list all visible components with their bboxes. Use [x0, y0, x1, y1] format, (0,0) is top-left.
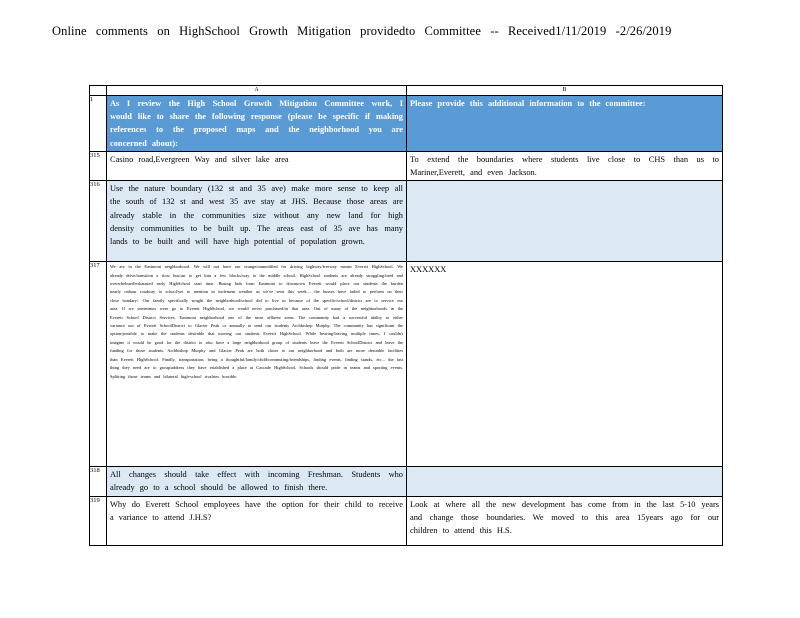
column-header-b: B: [406, 85, 723, 96]
question-text-b: Please provide this additional informati…: [410, 99, 646, 108]
response-text-b: To extend the boundaries where students …: [410, 154, 719, 178]
response-cell-a: Casino road,Evergreen Way and silver lak…: [106, 150, 407, 182]
table-row: 319 Why do Everett School employees have…: [89, 495, 723, 546]
column-header-a: A: [106, 85, 407, 96]
row-number: 316: [89, 180, 107, 263]
response-cell-b: Look at where all the new development ha…: [406, 495, 723, 546]
response-text-a: We are in the Eastmont neighborhood. We …: [110, 264, 403, 379]
response-cell-a: Use the nature boundary (132 st and 35 a…: [106, 180, 407, 263]
response-cell-b: XXXXXX: [406, 261, 723, 468]
page-title: Online comments on HighSchool Growth Mit…: [52, 24, 672, 38]
comments-spreadsheet: A B 1 As I review the High School Growth…: [89, 85, 723, 546]
question-cell-b: Please provide this additional informati…: [406, 95, 723, 152]
table-row: 316 Use the nature boundary (132 st and …: [89, 180, 723, 263]
table-row: 315 Casino road,Evergreen Way and silver…: [89, 150, 723, 182]
row-number: 317: [89, 261, 107, 468]
response-cell-b: [406, 466, 723, 497]
response-text-b: [408, 468, 722, 469]
response-text-a: All changes should take effect with inco…: [110, 470, 403, 493]
row-number: 1: [89, 95, 107, 152]
column-header-row: A B: [89, 85, 723, 96]
response-cell-a: All changes should take effect with inco…: [106, 466, 407, 497]
table-row: 1 As I review the High School Growth Mit…: [89, 95, 723, 152]
response-cell-b: To extend the boundaries where students …: [406, 150, 723, 182]
row-number: 318: [89, 466, 107, 497]
response-cell-a: We are in the Eastmont neighborhood. We …: [106, 261, 407, 468]
question-cell-a: As I review the High School Growth Mitig…: [106, 95, 407, 152]
response-cell-b: [406, 180, 723, 263]
response-text-a: Use the nature boundary (132 st and 35 a…: [110, 184, 403, 247]
response-text-a: Casino road,Evergreen Way and silver lak…: [110, 154, 289, 164]
response-text-a: Why do Everett School employees have the…: [110, 499, 403, 522]
corner-cell: [89, 85, 107, 96]
row-number: 315: [89, 150, 107, 182]
response-text-b: [408, 182, 722, 184]
response-cell-a: Why do Everett School employees have the…: [106, 495, 407, 546]
table-row: 318 All changes should take effect with …: [89, 466, 723, 497]
question-text-a: As I review the High School Growth Mitig…: [110, 99, 403, 148]
table-row: 317 We are in the Eastmont neighborhood.…: [89, 261, 723, 468]
response-text-b: XXXXXX: [410, 265, 447, 275]
row-number: 319: [89, 495, 107, 546]
response-text-b: Look at where all the new development ha…: [410, 499, 719, 536]
